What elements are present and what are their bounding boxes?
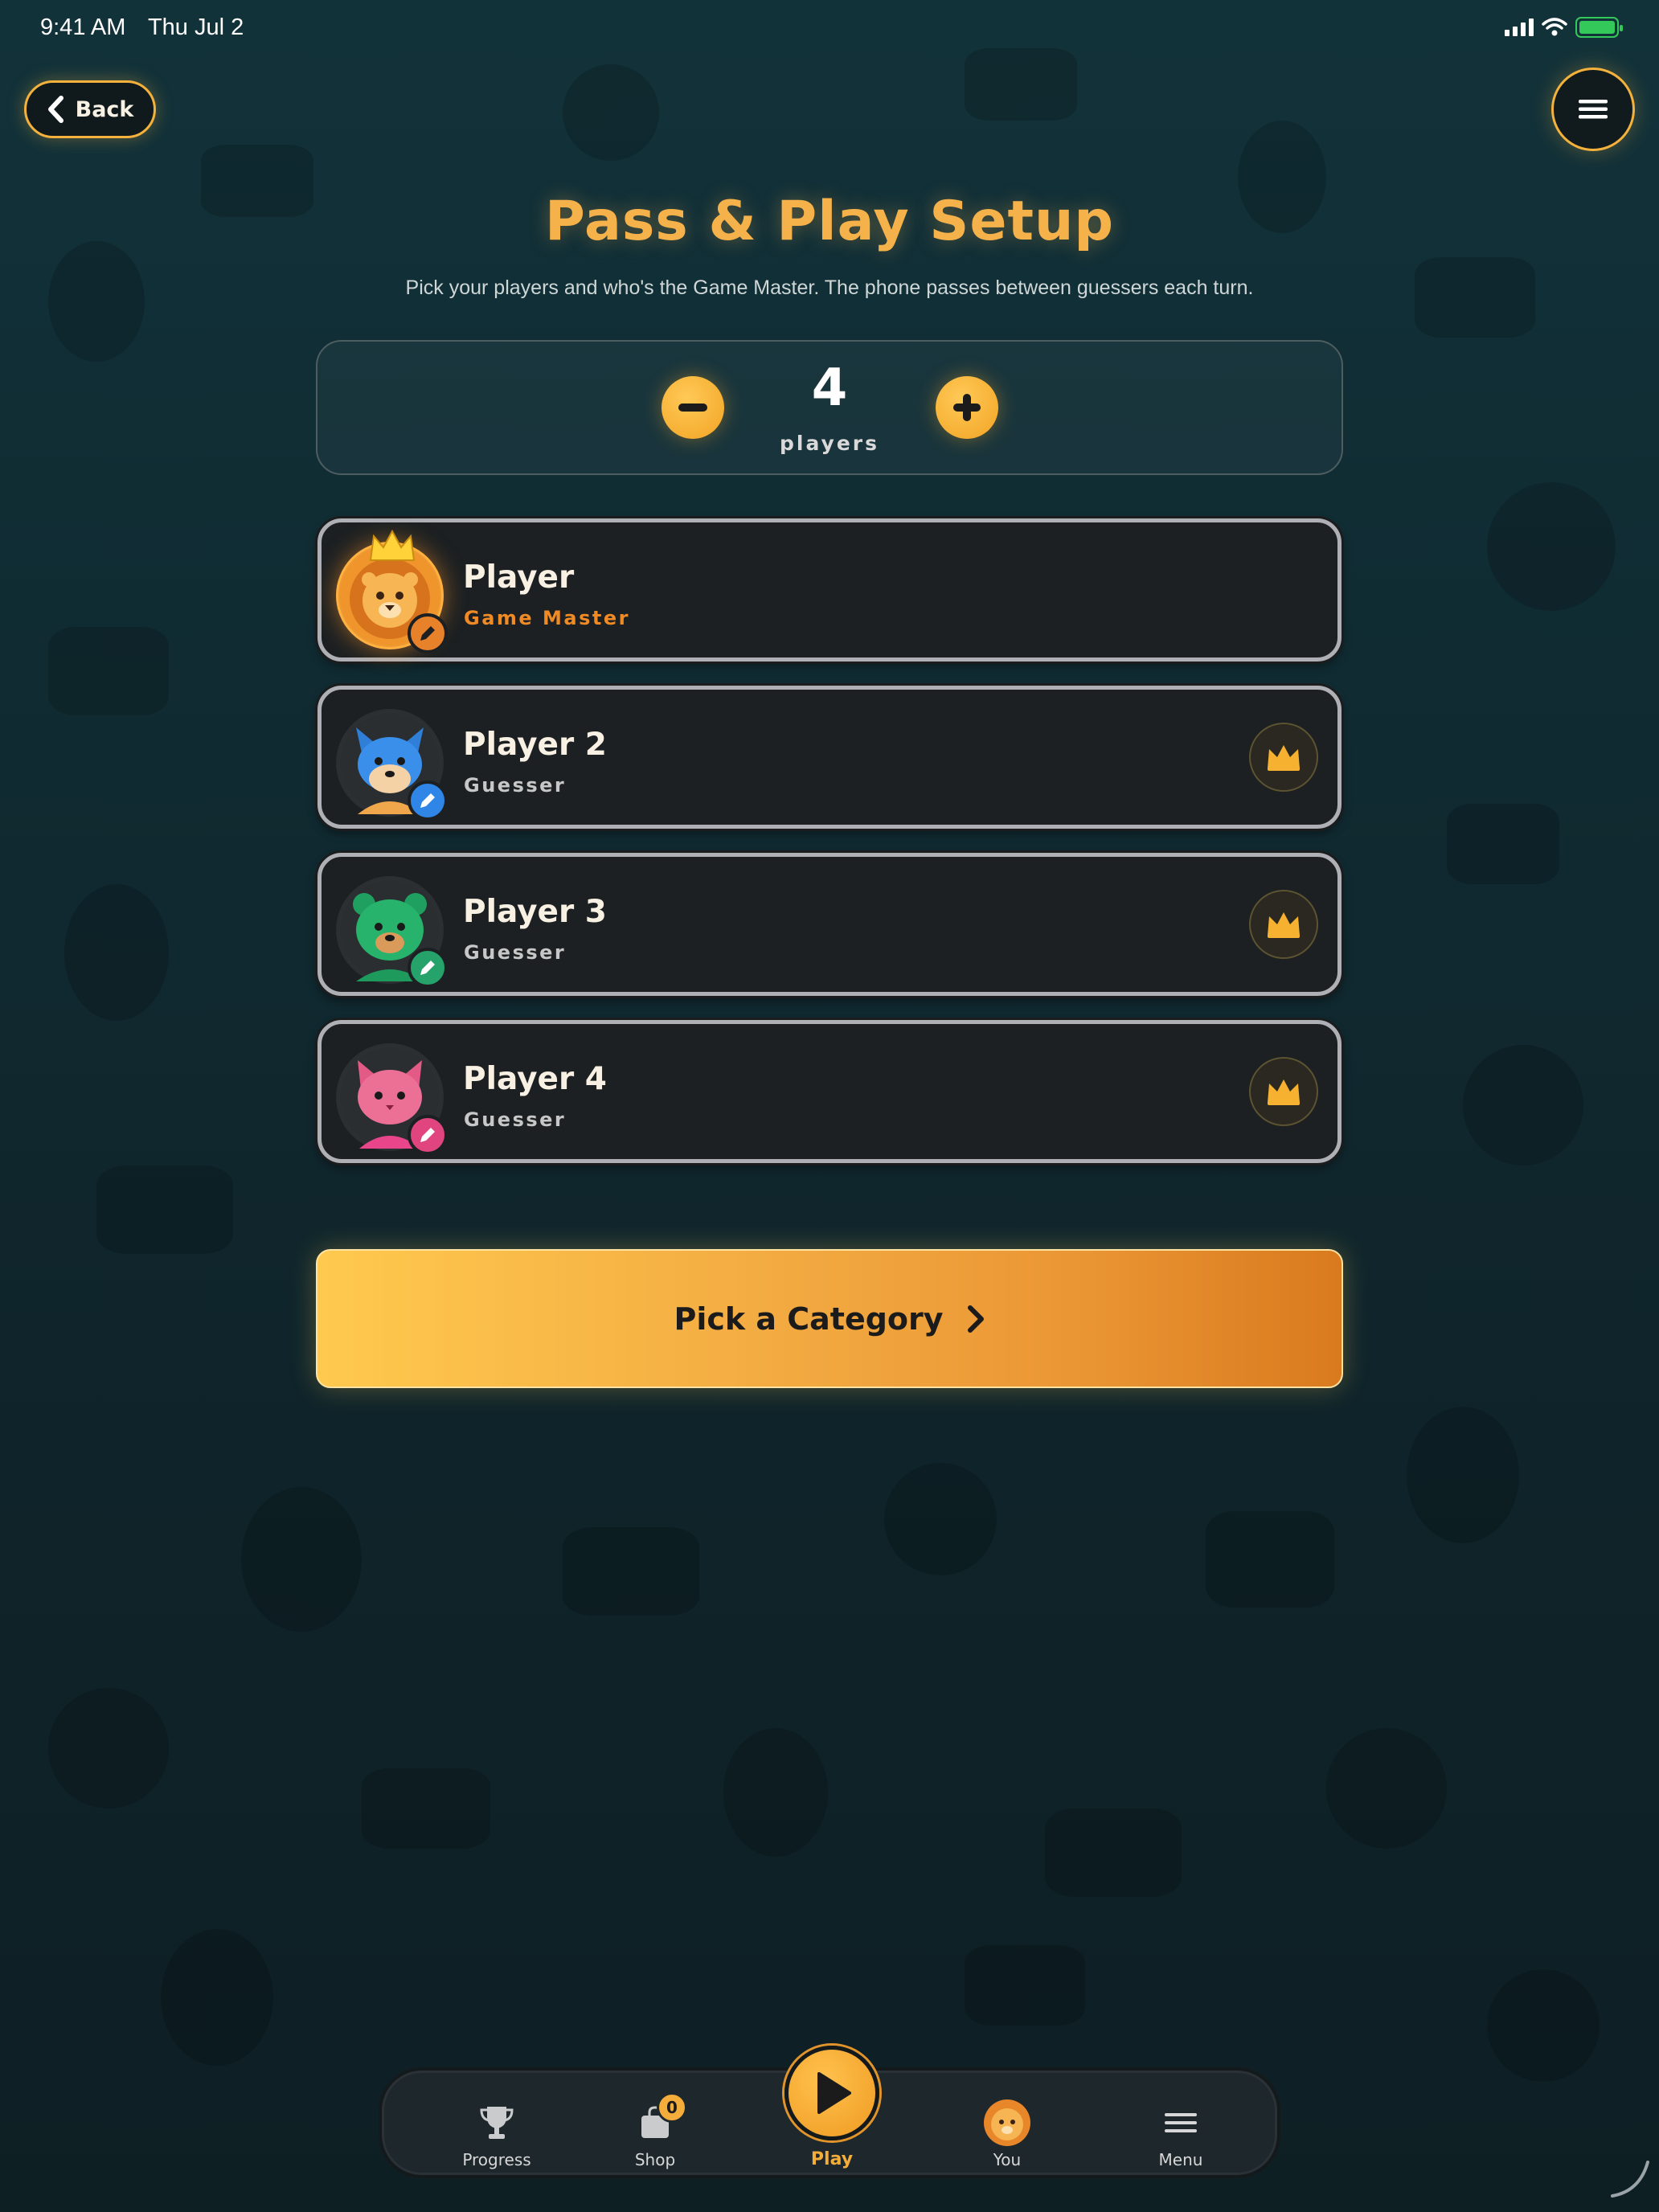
make-game-master-button[interactable] <box>1249 723 1318 792</box>
chevron-right-icon <box>967 1305 984 1333</box>
player-name: Player 4 <box>463 1061 607 1097</box>
back-button[interactable]: Back <box>24 80 156 138</box>
pencil-icon <box>420 961 435 975</box>
play-button[interactable] <box>784 2046 879 2140</box>
player-role: Guesser <box>464 941 567 964</box>
player-name: Player 2 <box>463 727 607 763</box>
tab-label: Menu <box>1158 2150 1203 2169</box>
tab-you[interactable]: You <box>935 2073 1079 2177</box>
hamburger-icon <box>1579 100 1608 119</box>
wifi-icon <box>1542 18 1567 36</box>
edit-avatar-button[interactable] <box>408 1115 448 1155</box>
player-avatar-fox[interactable] <box>336 709 448 821</box>
player-avatar-lion[interactable] <box>336 529 448 653</box>
player-card-2[interactable]: Player 2 Guesser <box>317 686 1342 829</box>
crown-icon <box>1268 912 1300 938</box>
back-label: Back <box>75 96 134 122</box>
hamburger-menu-button[interactable] <box>1551 68 1635 151</box>
pick-category-button[interactable]: Pick a Category <box>316 1249 1343 1388</box>
tab-progress[interactable]: Progress <box>424 2073 569 2177</box>
tab-menu[interactable]: Menu <box>1108 2073 1253 2177</box>
bottom-tab-bar: Progress 0 Shop Play You Menu <box>382 2046 1277 2177</box>
crown-icon <box>369 529 416 561</box>
page-title: Pass & Play Setup <box>544 190 1115 253</box>
plus-icon <box>953 394 981 421</box>
player-count-value: 4 <box>811 358 848 418</box>
tab-label: You <box>993 2150 1022 2169</box>
player-role: Guesser <box>464 774 567 797</box>
player-count-label: players <box>779 432 880 455</box>
signal-icon <box>1505 18 1534 36</box>
tab-label: Play <box>810 2149 854 2169</box>
player-avatar-bear[interactable] <box>336 876 448 988</box>
page-subtitle: Pick your players and who's the Game Mas… <box>405 276 1254 299</box>
player-card-4[interactable]: Player 4 Guesser <box>317 1020 1342 1163</box>
menu-icon <box>1165 2113 1197 2132</box>
tab-label: Shop <box>634 2150 676 2169</box>
lion-avatar-icon <box>984 2099 1030 2146</box>
player-count-stepper: 4 players <box>316 340 1343 475</box>
tab-play[interactable]: Play <box>760 2046 904 2177</box>
player-name: Player <box>463 559 575 596</box>
home-indicator-icon <box>1611 2161 1649 2198</box>
player-name: Player 3 <box>463 894 607 930</box>
shop-count-badge: 0 <box>657 2092 687 2123</box>
edit-avatar-button[interactable] <box>408 613 448 653</box>
tab-label: Progress <box>462 2150 531 2169</box>
edit-avatar-button[interactable] <box>408 780 448 821</box>
pencil-icon <box>420 626 435 641</box>
crown-icon <box>1268 1079 1300 1105</box>
edit-avatar-button[interactable] <box>408 948 448 988</box>
battery-icon <box>1575 17 1623 38</box>
increase-players-button[interactable] <box>936 376 998 439</box>
tab-shop[interactable]: 0 Shop <box>583 2073 727 2177</box>
crown-icon <box>1268 745 1300 771</box>
player-card-3[interactable]: Player 3 Guesser <box>317 853 1342 996</box>
player-card-1[interactable]: Player Game Master <box>317 518 1342 662</box>
make-game-master-button[interactable] <box>1249 890 1318 959</box>
pick-category-label: Pick a Category <box>674 1301 944 1337</box>
make-game-master-button[interactable] <box>1249 1057 1318 1126</box>
pencil-icon <box>420 1128 435 1142</box>
trophy-icon <box>480 2107 514 2139</box>
pencil-icon <box>420 793 435 808</box>
player-role: Game Master <box>464 607 630 629</box>
player-avatar-cat[interactable] <box>336 1043 448 1155</box>
chevron-left-icon <box>47 96 63 123</box>
status-time: 9:41 AM <box>40 14 126 40</box>
player-role: Guesser <box>464 1108 567 1131</box>
status-date: Thu Jul 2 <box>147 14 244 40</box>
play-icon <box>817 2072 851 2114</box>
status-bar: 9:41 AM Thu Jul 2 <box>40 11 1623 43</box>
